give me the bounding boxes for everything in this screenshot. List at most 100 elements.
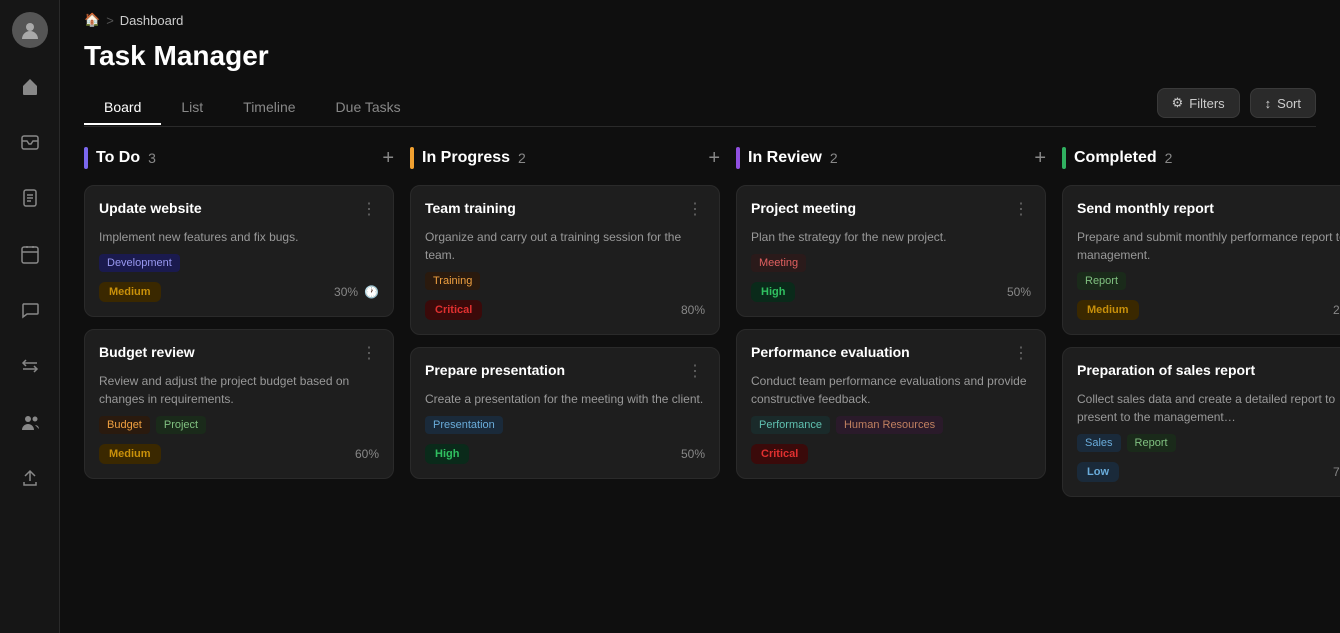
card-desc: Organize and carry out a training sessio… bbox=[425, 228, 705, 264]
tag: Development bbox=[99, 254, 180, 272]
tab-due-tasks[interactable]: Due Tasks bbox=[316, 91, 421, 125]
card-header: Send monthly report ⋮ bbox=[1077, 200, 1340, 220]
card-header: Prepare presentation ⋮ bbox=[425, 362, 705, 382]
card-title: Team training bbox=[425, 200, 516, 216]
tag: Report bbox=[1127, 434, 1176, 452]
card-tags: Meeting bbox=[751, 254, 1031, 272]
breadcrumb-separator: > bbox=[106, 13, 114, 28]
column-completed: Completed 2 + Send monthly report ⋮ Prep… bbox=[1062, 147, 1340, 613]
column-add-in-review[interactable]: + bbox=[1034, 148, 1046, 168]
card-progress: 70% bbox=[1333, 465, 1340, 479]
card-completed-1: Preparation of sales report ⋮ Collect sa… bbox=[1062, 347, 1340, 497]
avatar[interactable] bbox=[12, 12, 48, 48]
column-title-todo: To Do bbox=[96, 149, 140, 167]
progress-value: 50% bbox=[681, 447, 705, 461]
column-title-completed: Completed bbox=[1074, 149, 1157, 167]
priority-badge: Medium bbox=[1077, 300, 1139, 320]
card-header: Project meeting ⋮ bbox=[751, 200, 1031, 220]
tag: Training bbox=[425, 272, 480, 290]
card-menu-icon[interactable]: ⋮ bbox=[359, 344, 379, 364]
card-title: Update website bbox=[99, 200, 202, 216]
card-tags: PerformanceHuman Resources bbox=[751, 416, 1031, 434]
tag: Meeting bbox=[751, 254, 806, 272]
card-header: Update website ⋮ bbox=[99, 200, 379, 220]
tag: Project bbox=[156, 416, 206, 434]
card-footer: Medium 60% bbox=[99, 444, 379, 464]
header: 🏠 > Dashboard Task Manager Board List Ti… bbox=[60, 0, 1340, 127]
breadcrumb-home-icon[interactable]: 🏠 bbox=[84, 12, 100, 28]
card-title: Project meeting bbox=[751, 200, 856, 216]
card-progress: 50% bbox=[681, 447, 705, 461]
card-menu-icon[interactable]: ⋮ bbox=[359, 200, 379, 220]
column-count-in-review: 2 bbox=[830, 150, 838, 166]
column-add-in-progress[interactable]: + bbox=[708, 148, 720, 168]
documents-icon[interactable] bbox=[12, 180, 48, 216]
breadcrumb-current: Dashboard bbox=[120, 13, 184, 28]
card-header: Preparation of sales report ⋮ bbox=[1077, 362, 1340, 382]
column-header-in-review: In Review 2 + bbox=[736, 147, 1046, 173]
priority-badge: Low bbox=[1077, 462, 1119, 482]
card-todo-0: Update website ⋮ Implement new features … bbox=[84, 185, 394, 317]
tab-list[interactable]: List bbox=[161, 91, 223, 125]
card-menu-icon[interactable]: ⋮ bbox=[1011, 344, 1031, 364]
column-in-review: In Review 2 + Project meeting ⋮ Plan the… bbox=[736, 147, 1046, 613]
column-header-in-progress: In Progress 2 + bbox=[410, 147, 720, 173]
card-tags: Training bbox=[425, 272, 705, 290]
calendar-icon[interactable] bbox=[12, 236, 48, 272]
progress-value: 60% bbox=[355, 447, 379, 461]
priority-badge: Medium bbox=[99, 282, 161, 302]
filter-button[interactable]: ⚙ Filters bbox=[1157, 88, 1240, 118]
tag: Human Resources bbox=[836, 416, 943, 434]
progress-value: 20% bbox=[1333, 303, 1340, 317]
chat-icon[interactable] bbox=[12, 292, 48, 328]
card-in-progress-1: Prepare presentation ⋮ Create a presenta… bbox=[410, 347, 720, 479]
inbox-icon[interactable] bbox=[12, 124, 48, 160]
tab-board[interactable]: Board bbox=[84, 91, 161, 125]
card-tags: Budget Project bbox=[99, 416, 379, 434]
card-progress: 30% 🕐 bbox=[334, 285, 379, 299]
card-tags: Sales Report bbox=[1077, 434, 1340, 452]
column-accent-completed bbox=[1062, 147, 1066, 169]
filter-icon: ⚙ bbox=[1172, 95, 1184, 111]
tag: Sales bbox=[1077, 434, 1121, 452]
column-in-progress: In Progress 2 + Team training ⋮ Organize… bbox=[410, 147, 720, 613]
card-desc: Implement new features and fix bugs. bbox=[99, 228, 379, 246]
card-progress: 80% bbox=[681, 303, 705, 317]
card-footer: Medium 30% 🕐 bbox=[99, 282, 379, 302]
main-content: 🏠 > Dashboard Task Manager Board List Ti… bbox=[60, 0, 1340, 633]
card-desc: Conduct team performance evaluations and… bbox=[751, 372, 1031, 408]
sidebar bbox=[0, 0, 60, 633]
card-completed-0: Send monthly report ⋮ Prepare and submit… bbox=[1062, 185, 1340, 335]
column-header-todo: To Do 3 + bbox=[84, 147, 394, 173]
priority-badge: High bbox=[751, 282, 795, 302]
card-in-review-0: Project meeting ⋮ Plan the strategy for … bbox=[736, 185, 1046, 317]
card-progress: 20% bbox=[1333, 303, 1340, 317]
arrows-icon[interactable] bbox=[12, 348, 48, 384]
sort-icon: ↕ bbox=[1265, 96, 1272, 111]
column-todo: To Do 3 + Update website ⋮ Implement new… bbox=[84, 147, 394, 613]
home-icon[interactable] bbox=[12, 68, 48, 104]
tag: Budget bbox=[99, 416, 150, 434]
card-menu-icon[interactable]: ⋮ bbox=[685, 362, 705, 382]
priority-badge: Medium bbox=[99, 444, 161, 464]
priority-badge: High bbox=[425, 444, 469, 464]
card-menu-icon[interactable]: ⋮ bbox=[685, 200, 705, 220]
page-title: Task Manager bbox=[84, 40, 1316, 72]
card-footer: Critical 80% bbox=[425, 300, 705, 320]
tag: Presentation bbox=[425, 416, 503, 434]
export-icon[interactable] bbox=[12, 460, 48, 496]
card-in-progress-0: Team training ⋮ Organize and carry out a… bbox=[410, 185, 720, 335]
priority-badge: Critical bbox=[425, 300, 482, 320]
sort-button[interactable]: ↕ Sort bbox=[1250, 88, 1316, 118]
card-progress: 60% bbox=[355, 447, 379, 461]
column-accent-in-review bbox=[736, 147, 740, 169]
column-add-todo[interactable]: + bbox=[382, 148, 394, 168]
card-header: Budget review ⋮ bbox=[99, 344, 379, 364]
column-count-todo: 3 bbox=[148, 150, 156, 166]
team-icon[interactable] bbox=[12, 404, 48, 440]
progress-value: 50% bbox=[1007, 285, 1031, 299]
card-menu-icon[interactable]: ⋮ bbox=[1011, 200, 1031, 220]
priority-badge: Critical bbox=[751, 444, 808, 464]
tab-timeline[interactable]: Timeline bbox=[223, 91, 315, 125]
progress-value: 70% bbox=[1333, 465, 1340, 479]
